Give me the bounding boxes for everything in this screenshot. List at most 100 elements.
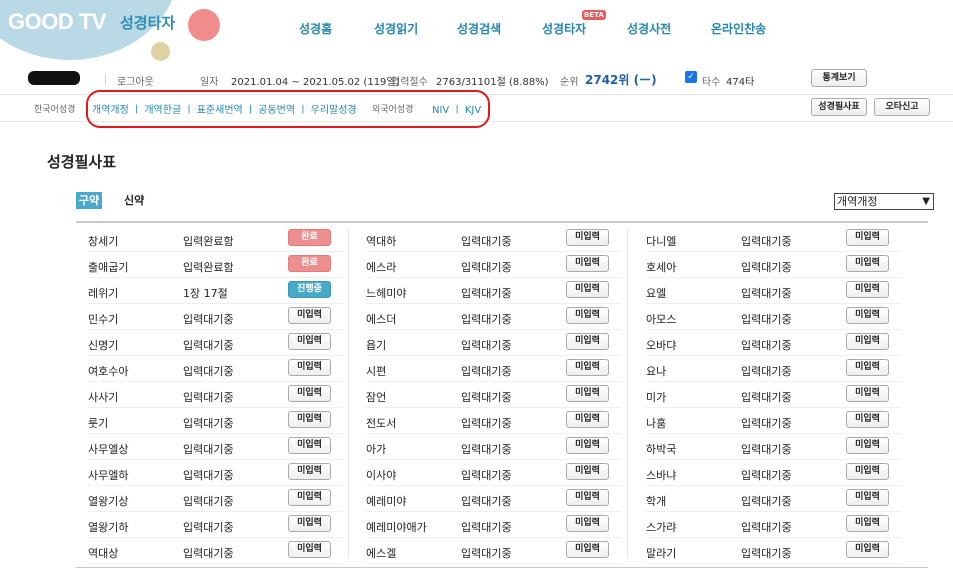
status-button[interactable]: 미입력 [288, 437, 331, 454]
book-status: 입력대기중 [461, 261, 512, 274]
table-row: 창세기 입력완료함 완료 [88, 229, 348, 255]
status-button[interactable]: 미입력 [566, 281, 609, 298]
table-row: 잠언 입력대기중 미입력 [366, 385, 626, 411]
row-divider [88, 407, 343, 408]
book-name: 요엘 [646, 287, 667, 300]
column-divider [627, 228, 628, 558]
status-button[interactable]: 미입력 [566, 359, 609, 376]
logo[interactable]: GOOD TV [8, 9, 106, 35]
status-button[interactable]: 미입력 [566, 333, 609, 350]
rank-value: 2742위 (ー) [585, 73, 657, 87]
nav-bible-dictionary[interactable]: 성경사전 [627, 20, 671, 37]
tab-old-testament[interactable]: 구약 [76, 192, 102, 209]
row-divider [88, 303, 343, 304]
page-title: 성경필사표 [47, 153, 117, 171]
book-status: 입력대기중 [741, 287, 792, 300]
redacted-username [28, 71, 80, 85]
status-button[interactable]: 미입력 [566, 385, 609, 402]
typing-checkbox[interactable]: ✓ [685, 71, 697, 83]
row-divider [88, 251, 343, 252]
nav-bible-home[interactable]: 성경홈 [299, 20, 332, 37]
status-button[interactable]: 미입력 [566, 515, 609, 532]
status-button[interactable]: 미입력 [288, 541, 331, 558]
book-status: 입력대기중 [461, 495, 512, 508]
typing-value: 474타 [726, 77, 755, 88]
status-button[interactable]: 미입력 [566, 437, 609, 454]
status-button[interactable]: 미입력 [846, 333, 889, 350]
status-button[interactable]: 미입력 [566, 307, 609, 324]
copy-table-button[interactable]: 성경필사표 [811, 98, 867, 116]
status-button[interactable]: 미입력 [566, 255, 609, 272]
book-status: 입력대기중 [461, 391, 512, 404]
nav-bible-search[interactable]: 성경검색 [457, 20, 501, 37]
book-name: 열왕기상 [88, 495, 129, 508]
status-button[interactable]: 미입력 [288, 515, 331, 532]
status-button[interactable]: 미입력 [288, 385, 331, 402]
nav-bible-typing[interactable]: 성경타자 [542, 20, 586, 37]
book-status: 입력대기중 [461, 547, 512, 560]
status-button[interactable]: 미입력 [846, 463, 889, 480]
status-button[interactable]: 미입력 [566, 463, 609, 480]
status-button[interactable]: 미입력 [846, 307, 889, 324]
brand-subtitle: 성경타자 [120, 14, 176, 32]
status-button[interactable]: 미입력 [288, 489, 331, 506]
status-button[interactable]: 미입력 [288, 411, 331, 428]
logout-link[interactable]: 로그아웃 [117, 73, 154, 88]
book-status: 입력대기중 [183, 417, 234, 430]
row-divider [88, 355, 343, 356]
row-divider [366, 459, 621, 460]
table-row: 여호수아 입력대기중 미입력 [88, 359, 348, 385]
status-button[interactable]: 미입력 [846, 541, 889, 558]
nav-bible-read[interactable]: 성경읽기 [374, 20, 418, 37]
book-name: 스바냐 [646, 469, 677, 482]
table-row: 예레미야애가 입력대기중 미입력 [366, 515, 626, 541]
book-status: 입력대기중 [741, 261, 792, 274]
status-button[interactable]: 미입력 [846, 385, 889, 402]
status-button[interactable]: 미입력 [566, 541, 609, 558]
status-button[interactable]: 미입력 [846, 255, 889, 272]
book-name: 역대상 [88, 547, 119, 560]
status-button[interactable]: 진행중 [288, 281, 331, 298]
status-button[interactable]: 미입력 [846, 281, 889, 298]
status-button[interactable]: 완료 [288, 255, 331, 272]
status-button[interactable]: 미입력 [566, 411, 609, 428]
table-row: 다니엘 입력대기중 미입력 [646, 229, 906, 255]
row-divider [646, 485, 901, 486]
book-name: 요나 [646, 365, 667, 378]
version-select[interactable]: 개역개정 ▼ [834, 193, 934, 210]
book-status: 입력대기중 [461, 365, 512, 378]
status-button[interactable]: 미입력 [846, 437, 889, 454]
status-button[interactable]: 미입력 [566, 489, 609, 506]
status-button[interactable]: 완료 [288, 229, 331, 246]
status-button[interactable]: 미입력 [288, 333, 331, 350]
status-button[interactable]: 미입력 [846, 515, 889, 532]
book-name: 사사기 [88, 391, 119, 404]
status-button[interactable]: 미입력 [846, 359, 889, 376]
row-divider [646, 329, 901, 330]
status-button[interactable]: 미입력 [846, 411, 889, 428]
table-row: 레위기 1장 17절 진행중 [88, 281, 348, 307]
book-name: 학개 [646, 495, 667, 508]
book-status: 입력대기중 [461, 339, 512, 352]
row-divider [646, 433, 901, 434]
tab-new-testament[interactable]: 신약 [124, 192, 144, 209]
book-name: 느헤미야 [366, 287, 407, 300]
book-status: 입력대기중 [741, 547, 792, 560]
status-button[interactable]: 미입력 [846, 229, 889, 246]
status-button[interactable]: 미입력 [288, 463, 331, 480]
nav-online-hymn[interactable]: 온라인찬송 [711, 20, 766, 37]
table-row: 스바냐 입력대기중 미입력 [646, 463, 906, 489]
table-row: 열왕기상 입력대기중 미입력 [88, 489, 348, 515]
status-button[interactable]: 미입력 [566, 229, 609, 246]
status-button[interactable]: 미입력 [288, 307, 331, 324]
status-button[interactable]: 미입력 [846, 489, 889, 506]
chevron-down-icon: ▼ [922, 196, 930, 207]
row-divider [366, 303, 621, 304]
status-button[interactable]: 미입력 [288, 359, 331, 376]
table-row: 사무엘하 입력대기중 미입력 [88, 463, 348, 489]
row-divider [366, 537, 621, 538]
book-status: 입력대기중 [183, 391, 234, 404]
typo-report-button[interactable]: 오타신고 [874, 98, 930, 116]
table-row: 민수기 입력대기중 미입력 [88, 307, 348, 333]
stats-button[interactable]: 통계보기 [811, 69, 867, 87]
